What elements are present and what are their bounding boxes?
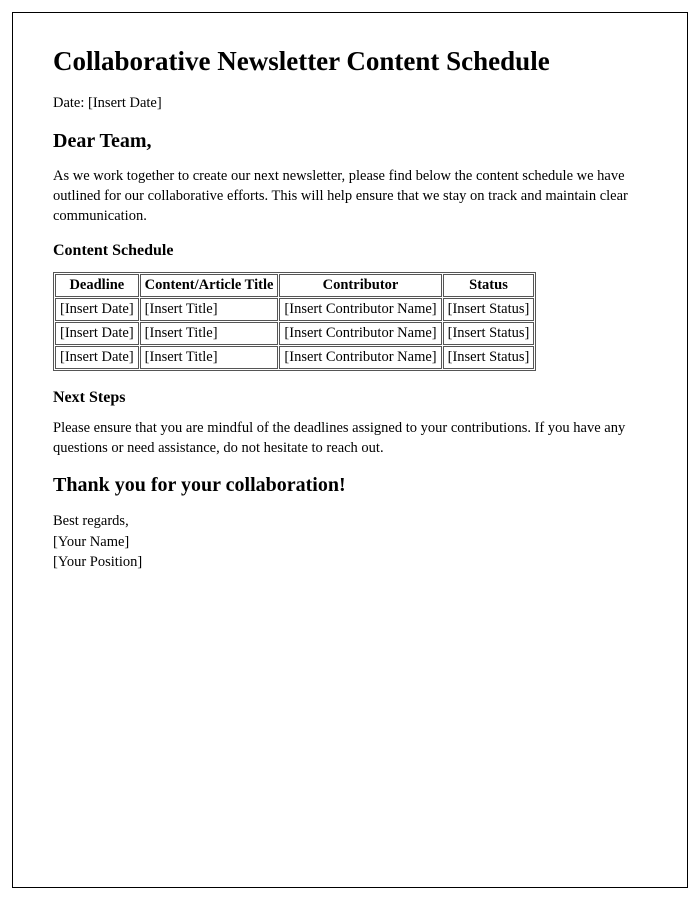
table-row: [Insert Date] [Insert Title] [Insert Con… [55,322,534,345]
cell-contributor: [Insert Contributor Name] [279,346,441,369]
next-steps-heading: Next Steps [53,389,647,407]
cell-title: [Insert Title] [140,346,279,369]
cell-status: [Insert Status] [443,346,535,369]
cell-title: [Insert Title] [140,322,279,345]
cell-deadline: [Insert Date] [55,346,139,369]
table-header-row: Deadline Content/Article Title Contribut… [55,274,534,297]
schedule-heading: Content Schedule [53,242,647,260]
table-row: [Insert Date] [Insert Title] [Insert Con… [55,346,534,369]
col-status: Status [443,274,535,297]
thanks-line: Thank you for your collaboration! [53,474,647,497]
cell-status: [Insert Status] [443,322,535,345]
cell-title: [Insert Title] [140,298,279,321]
date-line: Date: [Insert Date] [53,95,647,112]
closing-block: Best regards, [Your Name] [Your Position… [53,511,647,572]
col-title: Content/Article Title [140,274,279,297]
cell-deadline: [Insert Date] [55,298,139,321]
closing-position: [Your Position] [53,552,647,572]
page-title: Collaborative Newsletter Content Schedul… [53,45,647,77]
closing-name: [Your Name] [53,532,647,552]
salutation: Dear Team, [53,130,647,153]
closing-regards: Best regards, [53,511,647,531]
cell-contributor: [Insert Contributor Name] [279,322,441,345]
col-deadline: Deadline [55,274,139,297]
col-contributor: Contributor [279,274,441,297]
schedule-table: Deadline Content/Article Title Contribut… [53,272,536,371]
cell-deadline: [Insert Date] [55,322,139,345]
next-steps-body: Please ensure that you are mindful of th… [53,419,647,458]
cell-contributor: [Insert Contributor Name] [279,298,441,321]
cell-status: [Insert Status] [443,298,535,321]
document-page: Collaborative Newsletter Content Schedul… [12,12,688,888]
table-row: [Insert Date] [Insert Title] [Insert Con… [55,298,534,321]
intro-paragraph: As we work together to create our next n… [53,167,647,226]
